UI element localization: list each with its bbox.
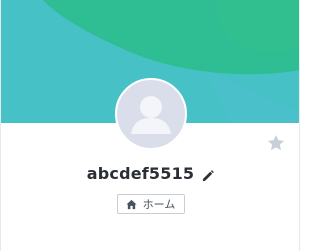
username: abcdef5515 (86, 163, 195, 183)
pencil-icon[interactable] (201, 168, 215, 182)
profile-card: abcdef5515 ホーム (0, 0, 300, 251)
favorite-star-icon[interactable] (266, 133, 286, 153)
home-button[interactable]: ホーム (116, 194, 186, 214)
home-link-wrap: ホーム (1, 194, 299, 214)
home-button-label: ホーム (142, 198, 176, 211)
avatar (115, 78, 187, 150)
home-icon (126, 199, 137, 210)
username-row: abcdef5515 (1, 161, 299, 185)
